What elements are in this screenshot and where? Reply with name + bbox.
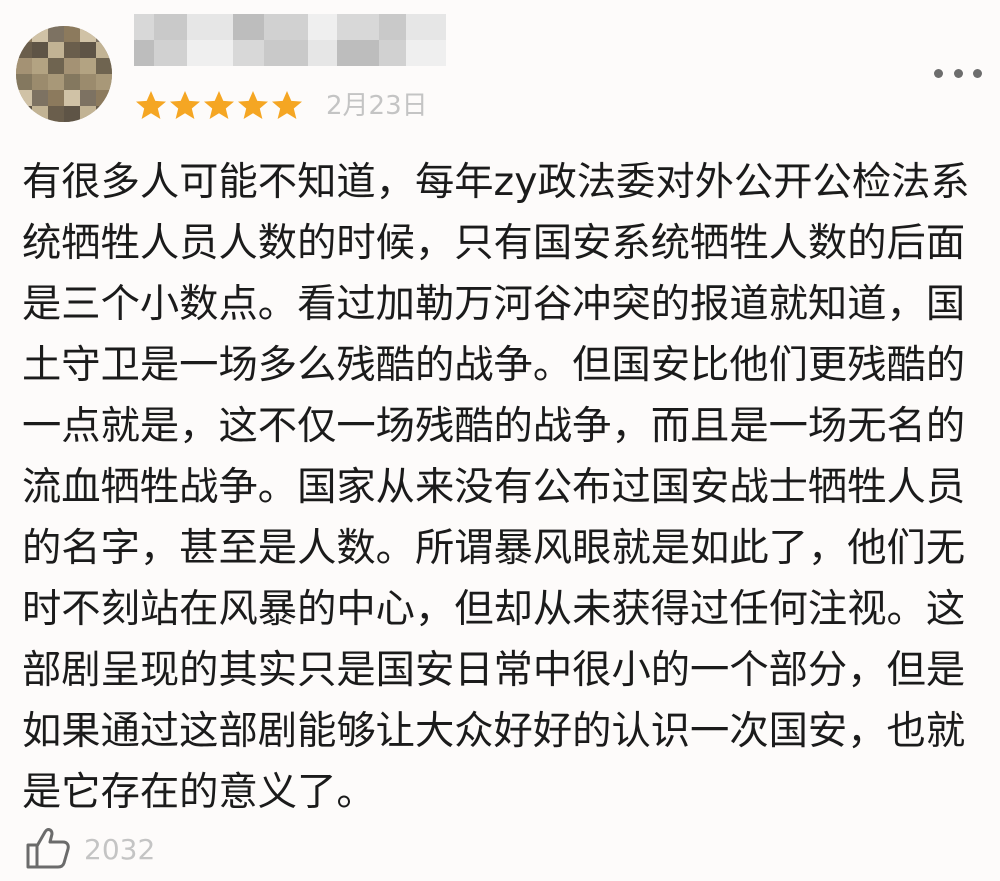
rating-stars xyxy=(134,86,304,126)
username-blurred[interactable] xyxy=(134,14,446,66)
thumbs-up-icon[interactable] xyxy=(24,824,72,872)
dot xyxy=(953,68,963,78)
star-icon xyxy=(136,91,166,119)
review-text: 有很多人可能不知道，每年zy政法委对外公开公检法系统牺牲人员人数的时候，只有国安… xyxy=(22,160,970,815)
star-icon xyxy=(272,91,302,119)
star-icon xyxy=(238,91,268,119)
star-icon xyxy=(170,91,200,119)
review-date: 2月23日 xyxy=(326,91,428,121)
like-count: 2032 xyxy=(84,833,156,866)
more-options-icon[interactable] xyxy=(934,62,982,84)
dot xyxy=(973,68,982,78)
star-icon xyxy=(204,91,234,119)
dot xyxy=(934,68,943,78)
avatar[interactable] xyxy=(16,26,112,122)
